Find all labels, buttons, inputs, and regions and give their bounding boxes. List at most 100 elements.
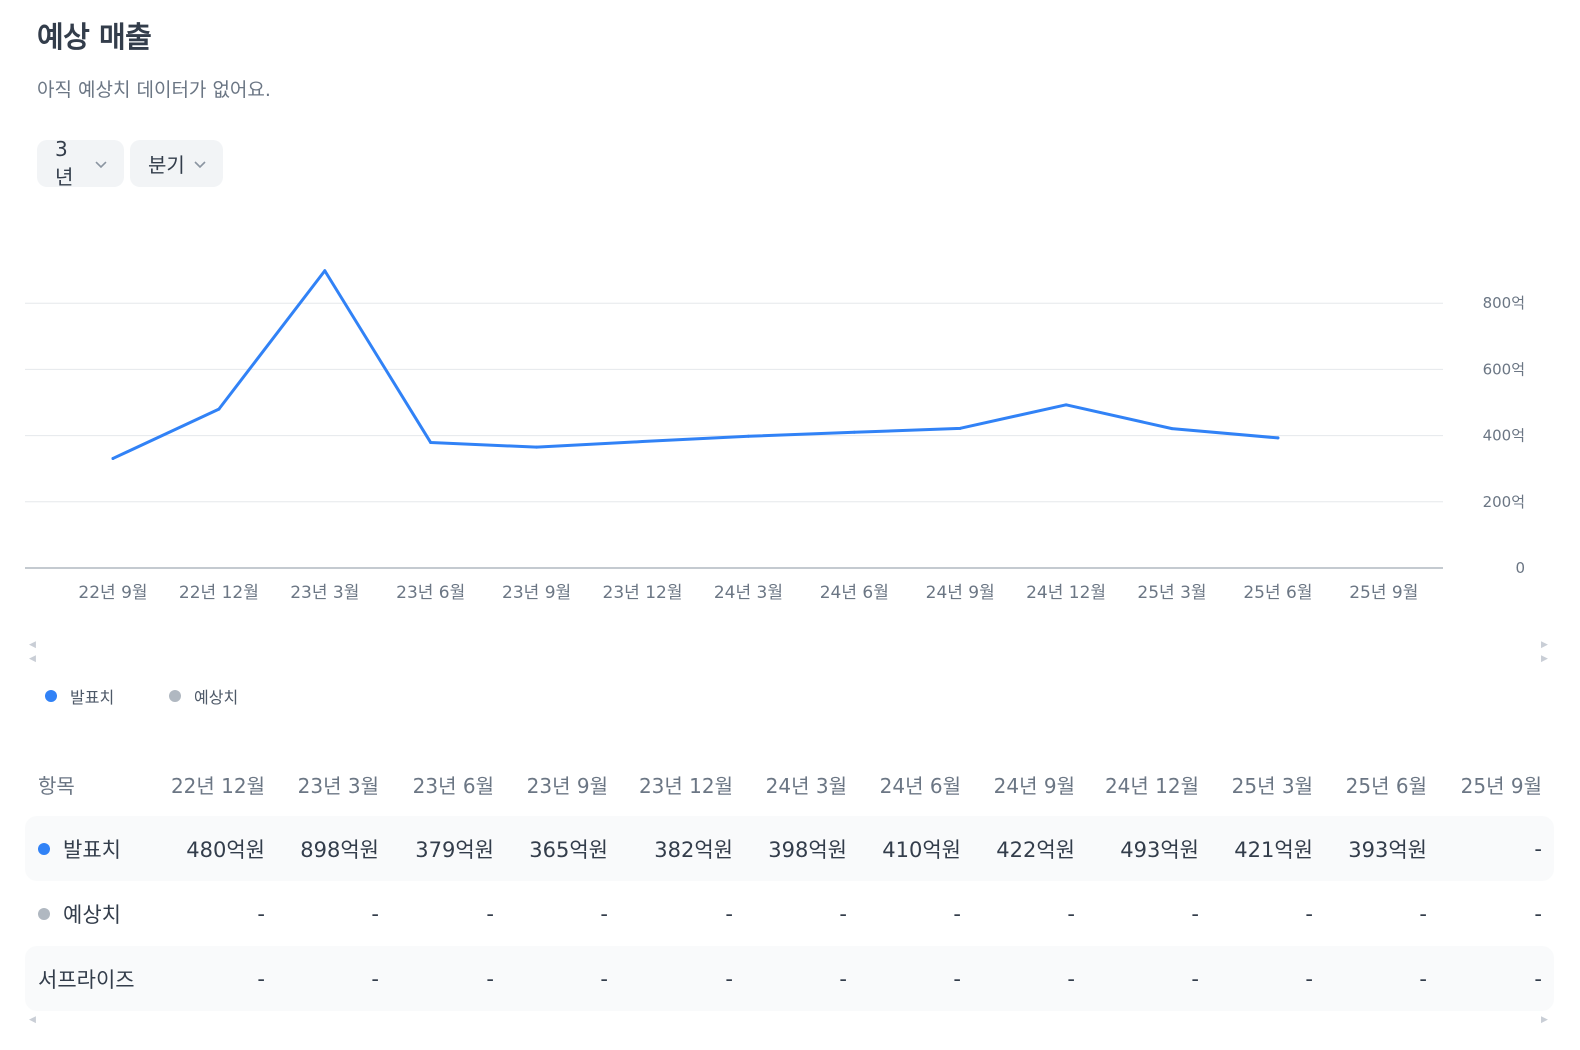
table-column-header: 23년 3월: [297, 773, 379, 798]
data-point: [1170, 427, 1174, 431]
legend-item-estimate[interactable]: 예상치: [169, 684, 238, 708]
data-point: [217, 407, 221, 411]
row-label-text: 발표치: [63, 837, 121, 862]
table-column-header: 22년 12월: [170, 773, 265, 798]
unit-dropdown[interactable]: 분기: [130, 140, 223, 187]
legend-label-actual: 발표치: [70, 688, 115, 707]
table-cell: -: [1419, 901, 1427, 926]
table-row: 발표치 480억원 898억원 379억원 365억원 382억원 398억원 410억원 42…: [25, 816, 1554, 881]
table-row: 예상치 - - - - - - - - - - - -: [25, 881, 1554, 946]
table-cell: 365억원: [529, 837, 608, 862]
x-tick-label: 24년 9월: [926, 583, 995, 603]
table-column-header: 24년 3월: [765, 773, 847, 798]
data-point: [641, 440, 644, 444]
legend-label-estimate: 예상치: [194, 688, 239, 707]
chevron-down-icon: [194, 160, 206, 168]
scroll-right-icon[interactable]: ▶ ▶: [1541, 638, 1548, 666]
series-line: [111, 269, 1280, 460]
x-tick-label: 23년 9월: [502, 583, 571, 603]
table-cell: -: [257, 901, 265, 926]
data-point: [852, 430, 856, 434]
data-point: [1064, 403, 1068, 407]
table-cell: -: [725, 966, 733, 991]
table-cell: -: [371, 966, 379, 991]
table-cell: -: [1191, 966, 1199, 991]
row-dot: [38, 842, 50, 855]
table-column-header: 24년 9월: [993, 773, 1075, 798]
data-point: [1276, 436, 1280, 440]
data-point: [429, 441, 433, 445]
row-label: 예상치: [38, 881, 121, 946]
table-row: 서프라이즈 - - - - - - - - - - - -: [25, 946, 1554, 1011]
revenue-table: 항목 22년 12월 23년 3월 23년 6월 23년 9월 23년 12월 24년 3월…: [25, 760, 1554, 1011]
table-column-header: 25년 3월: [1231, 773, 1313, 798]
x-tick-label: 22년 9월: [78, 583, 147, 603]
table-cell: -: [1191, 901, 1199, 926]
legend-dot-estimate: [169, 690, 181, 702]
x-tick-label: 24년 6월: [820, 583, 889, 603]
row-dot: [38, 907, 50, 920]
table-cell: -: [600, 901, 608, 926]
table-scroll-left-icon[interactable]: ◀: [29, 1013, 36, 1027]
table-cell: -: [1419, 966, 1427, 991]
x-tick-label: 24년 3월: [714, 583, 783, 603]
table-cell: -: [486, 966, 494, 991]
table-scroll-right-icon[interactable]: ▶: [1541, 1013, 1548, 1027]
x-tick-label: 25년 6월: [1243, 583, 1312, 603]
x-tick-label: 25년 3월: [1137, 583, 1206, 603]
table-cell: -: [1534, 836, 1542, 861]
table-column-header: 25년 6월: [1345, 773, 1427, 798]
period-dropdown-label: 3년: [55, 137, 74, 189]
table-cell: -: [486, 901, 494, 926]
y-tick-label: 600억: [1483, 360, 1525, 378]
chevron-down-icon: [95, 160, 107, 168]
table-cell: 393억원: [1348, 837, 1427, 862]
page-title: 예상 매출: [37, 20, 152, 54]
table-column-header: 23년 12월: [638, 773, 733, 798]
table-cell: -: [839, 901, 847, 926]
table-cell: -: [1305, 966, 1313, 991]
row-label: 발표치: [38, 816, 121, 881]
y-tick-label: 0: [1515, 559, 1525, 577]
table-cell: -: [371, 901, 379, 926]
table-cell: 480억원: [186, 837, 265, 862]
x-tick-label: 22년 12월: [179, 583, 259, 603]
legend-dot-actual: [45, 690, 57, 702]
data-point: [111, 456, 115, 460]
row-label-text: 서프라이즈: [38, 967, 135, 992]
table-cell: -: [953, 901, 961, 926]
table-cell: -: [725, 901, 733, 926]
table-cell: 398억원: [768, 837, 847, 862]
table-header-label: 항목: [38, 760, 75, 808]
table-column-header: 24년 12월: [1104, 773, 1199, 798]
table-cell: 898억원: [300, 837, 379, 862]
table-column-header: 23년 6월: [412, 773, 494, 798]
table-cell: -: [953, 966, 961, 991]
table-cell: -: [600, 966, 608, 991]
legend-item-actual[interactable]: 발표치: [45, 684, 114, 708]
data-point: [746, 434, 750, 438]
period-dropdown[interactable]: 3년: [37, 137, 124, 189]
table-cell: -: [1305, 901, 1313, 926]
table-cell: -: [839, 966, 847, 991]
table-column-header: 23년 9월: [526, 773, 608, 798]
table-cell: -: [1067, 901, 1075, 926]
x-tick-label: 23년 12월: [603, 583, 683, 603]
scroll-left-icon[interactable]: ◀ ◀: [29, 638, 36, 666]
unit-dropdown-label: 분기: [148, 153, 185, 177]
row-label-text: 항목: [38, 773, 75, 798]
row-label: 서프라이즈: [38, 946, 135, 1011]
y-tick-label: 800억: [1483, 294, 1525, 312]
x-tick-label: 23년 6월: [396, 583, 465, 603]
revenue-line-chart: 0 200억 400억 600억 800억 22년 9월 22년 12월 23년 3월 23년 …: [25, 269, 1525, 603]
table-cell: -: [257, 966, 265, 991]
table-header-row: 항목 22년 12월 23년 3월 23년 6월 23년 9월 23년 12월 24년 3월…: [25, 760, 1554, 808]
y-tick-label: 200억: [1483, 493, 1525, 511]
table-cell: 422억원: [996, 837, 1075, 862]
y-tick-label: 400억: [1483, 427, 1525, 445]
data-point: [535, 445, 539, 449]
table-cell: 421억원: [1234, 837, 1313, 862]
table-cell: 410억원: [882, 837, 961, 862]
table-cell: -: [1534, 901, 1542, 926]
table-cell: -: [1067, 966, 1075, 991]
